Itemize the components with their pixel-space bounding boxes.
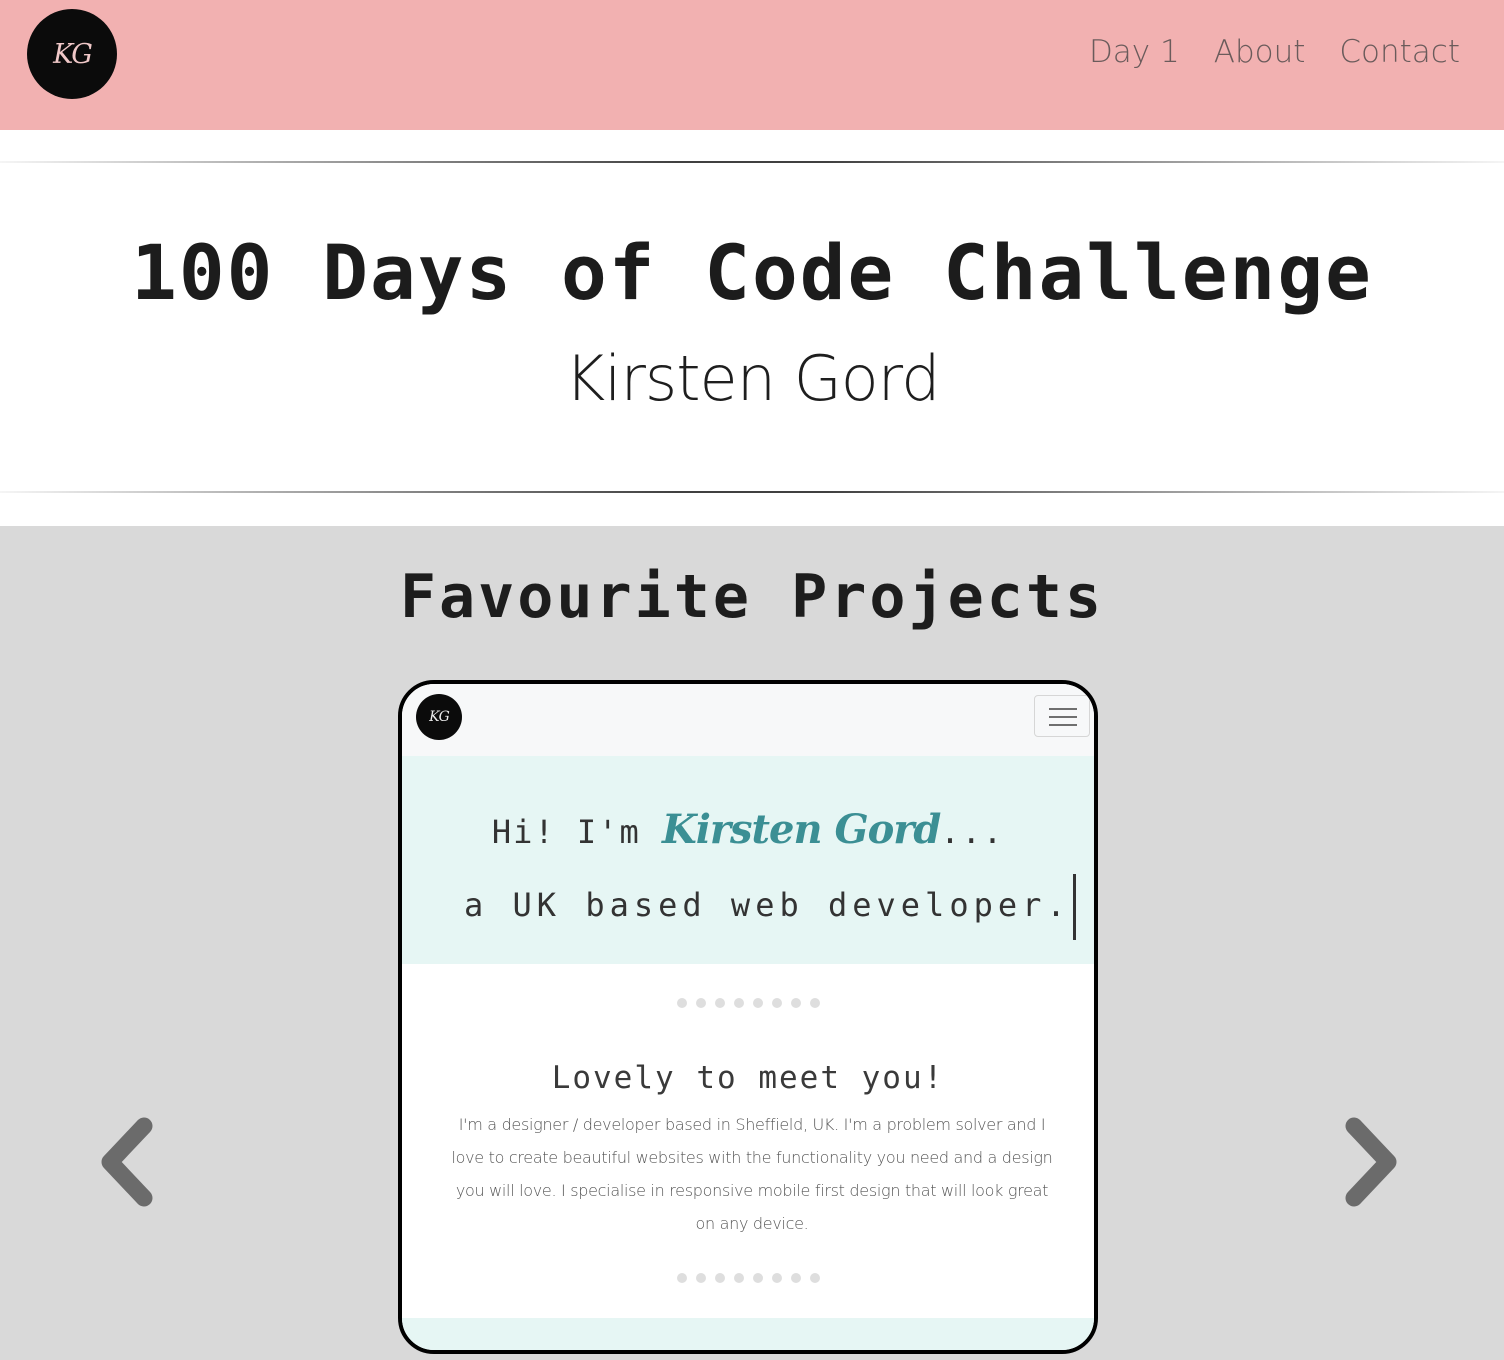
slide-paragraph: I'm a designer / developer based in Shef… [451,1115,1053,1233]
slide-greeting: Hi! I'm Kirsten Gord... [402,806,1094,853]
page-title: 100 Days of Code Challenge [131,228,1373,317]
carousel-slide[interactable]: KG Hi! I'm Kirsten Gord... a UK based we… [398,680,1098,1354]
page-subtitle: Kirsten Gord [564,342,941,415]
slide-heading: Lovely to meet you! [551,1060,945,1096]
slide-role-line: a UK based web developer. [464,874,1076,940]
slide-logo-text: KG [429,709,450,725]
brand-logo[interactable]: KG [27,9,117,99]
slide-dots-top [402,998,1094,1008]
projects-title: Favourite Projects [399,562,1105,632]
chevron-right-icon [1345,1117,1397,1207]
slide-role: a UK based web developer. [464,886,1071,924]
slide-greeting-prefix: Hi! I'm [491,813,662,851]
navbar: KG Day 1 About Contact [0,0,1504,130]
slide-greeting-suffix: ... [940,813,1005,851]
hamburger-menu-icon [1034,695,1090,737]
slide-navbar: KG [402,684,1094,756]
divider-top [0,161,1504,163]
carousel-prev-button[interactable] [96,1112,166,1212]
projects-section: Favourite Projects KG Hi! I'm Kirsten Go… [0,526,1504,1360]
nav-link-day-1[interactable]: Day 1 [1089,34,1180,70]
nav-link-contact[interactable]: Contact [1339,34,1460,70]
slide-greeting-name: Kirsten Gord [661,806,941,853]
slide-banner: Hi! I'm Kirsten Gord... a UK based web d… [402,756,1094,964]
nav-link-about[interactable]: About [1214,34,1306,70]
brand-logo-text: KG [53,38,93,70]
slide-dots-bottom [402,1273,1094,1283]
carousel-next-button[interactable] [1332,1112,1402,1212]
typing-cursor [1072,874,1076,940]
chevron-left-icon [101,1117,153,1207]
slide-logo: KG [416,694,462,740]
nav-links: Day 1 About Contact [1089,34,1460,70]
slide-footer-strip [402,1318,1094,1350]
divider-bottom [0,491,1504,493]
